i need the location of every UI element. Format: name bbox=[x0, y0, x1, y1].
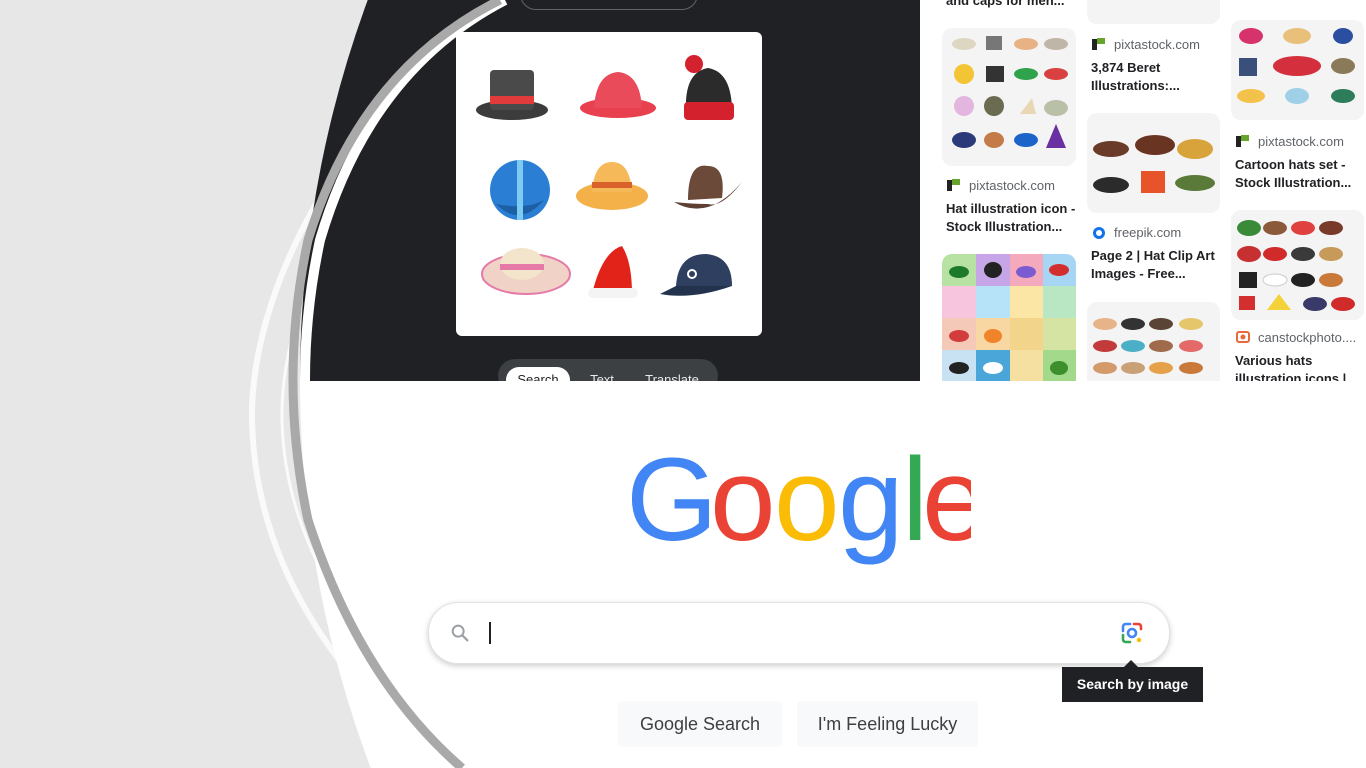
svg-text:o: o bbox=[710, 440, 776, 566]
svg-text:e: e bbox=[922, 440, 971, 566]
search-by-image-tooltip: Search by image bbox=[1062, 667, 1203, 702]
result-thumbnail[interactable] bbox=[1087, 302, 1220, 381]
result-thumbnail[interactable] bbox=[942, 254, 1076, 381]
svg-text:g: g bbox=[838, 440, 904, 566]
top-hat-icon bbox=[476, 70, 548, 120]
text-cursor bbox=[489, 622, 491, 644]
red-hat-icon bbox=[580, 72, 656, 118]
google-logo: G o o g l e bbox=[626, 440, 971, 566]
result-thumbnail[interactable] bbox=[1231, 20, 1364, 120]
result-title[interactable]: and caps for men... bbox=[946, 0, 1080, 10]
result-source[interactable]: freepik.com bbox=[1091, 224, 1181, 240]
navy-cap-icon bbox=[660, 254, 732, 296]
result-source-label: pixtastock.com bbox=[1114, 36, 1200, 52]
search-icon bbox=[451, 624, 469, 642]
lens-top-pill bbox=[520, 0, 698, 10]
visual-matches: and caps for men... pixtastock.com Hat i… bbox=[920, 0, 1366, 381]
result-source[interactable]: pixtastock.com bbox=[1091, 36, 1200, 52]
result-thumbnail[interactable] bbox=[1087, 0, 1220, 24]
result-source-label: canstockphoto.... bbox=[1258, 329, 1357, 345]
result-thumbnail[interactable] bbox=[1231, 210, 1364, 320]
straw-hat-icon bbox=[576, 162, 648, 210]
svg-text:G: G bbox=[626, 440, 718, 566]
result-title[interactable]: Page 2 | Hat Clip Art Images - Free... bbox=[1091, 247, 1225, 283]
blue-cap-icon bbox=[490, 160, 550, 220]
crop-frame[interactable] bbox=[456, 32, 762, 336]
pixta-favicon bbox=[1236, 135, 1249, 147]
google-lens-icon[interactable] bbox=[1119, 620, 1145, 646]
result-thumbnail[interactable] bbox=[942, 28, 1076, 166]
freepik-favicon bbox=[1093, 227, 1105, 239]
tooltip-arrow bbox=[1124, 660, 1138, 667]
result-source[interactable]: canstockphoto.... bbox=[1235, 329, 1356, 345]
slide: Search Text Translate and caps for men..… bbox=[0, 0, 1366, 768]
search-box[interactable] bbox=[428, 602, 1170, 664]
result-title[interactable]: Hat illustration icon - Stock Illustrati… bbox=[946, 200, 1080, 236]
santa-hat-icon bbox=[588, 246, 638, 298]
hats-image bbox=[476, 55, 742, 298]
feeling-lucky-button[interactable]: I'm Feeling Lucky bbox=[797, 701, 978, 747]
result-source-label: pixtastock.com bbox=[1258, 133, 1344, 149]
result-title[interactable]: 3,874 Beret Illustrations:... bbox=[1091, 59, 1225, 95]
svg-text:o: o bbox=[774, 440, 840, 566]
result-title[interactable]: Cartoon hats set - Stock Illustration... bbox=[1235, 156, 1366, 192]
result-source[interactable]: pixtastock.com bbox=[1235, 133, 1344, 149]
result-title[interactable]: Various hats illustration icons | bbox=[1235, 352, 1366, 381]
google-search-button[interactable]: Google Search bbox=[618, 701, 782, 747]
result-source-label: freepik.com bbox=[1114, 224, 1182, 240]
beanie-icon bbox=[684, 55, 734, 120]
pixta-favicon bbox=[1092, 38, 1105, 50]
sun-hat-icon bbox=[481, 248, 571, 295]
result-source[interactable]: pixtastock.com bbox=[946, 177, 1055, 193]
result-source-label: pixtastock.com bbox=[969, 177, 1055, 193]
pixta-favicon bbox=[947, 179, 960, 191]
cowboy-hat-icon bbox=[674, 165, 742, 209]
result-thumbnail[interactable] bbox=[1087, 113, 1220, 213]
canstock-favicon bbox=[1236, 331, 1250, 343]
